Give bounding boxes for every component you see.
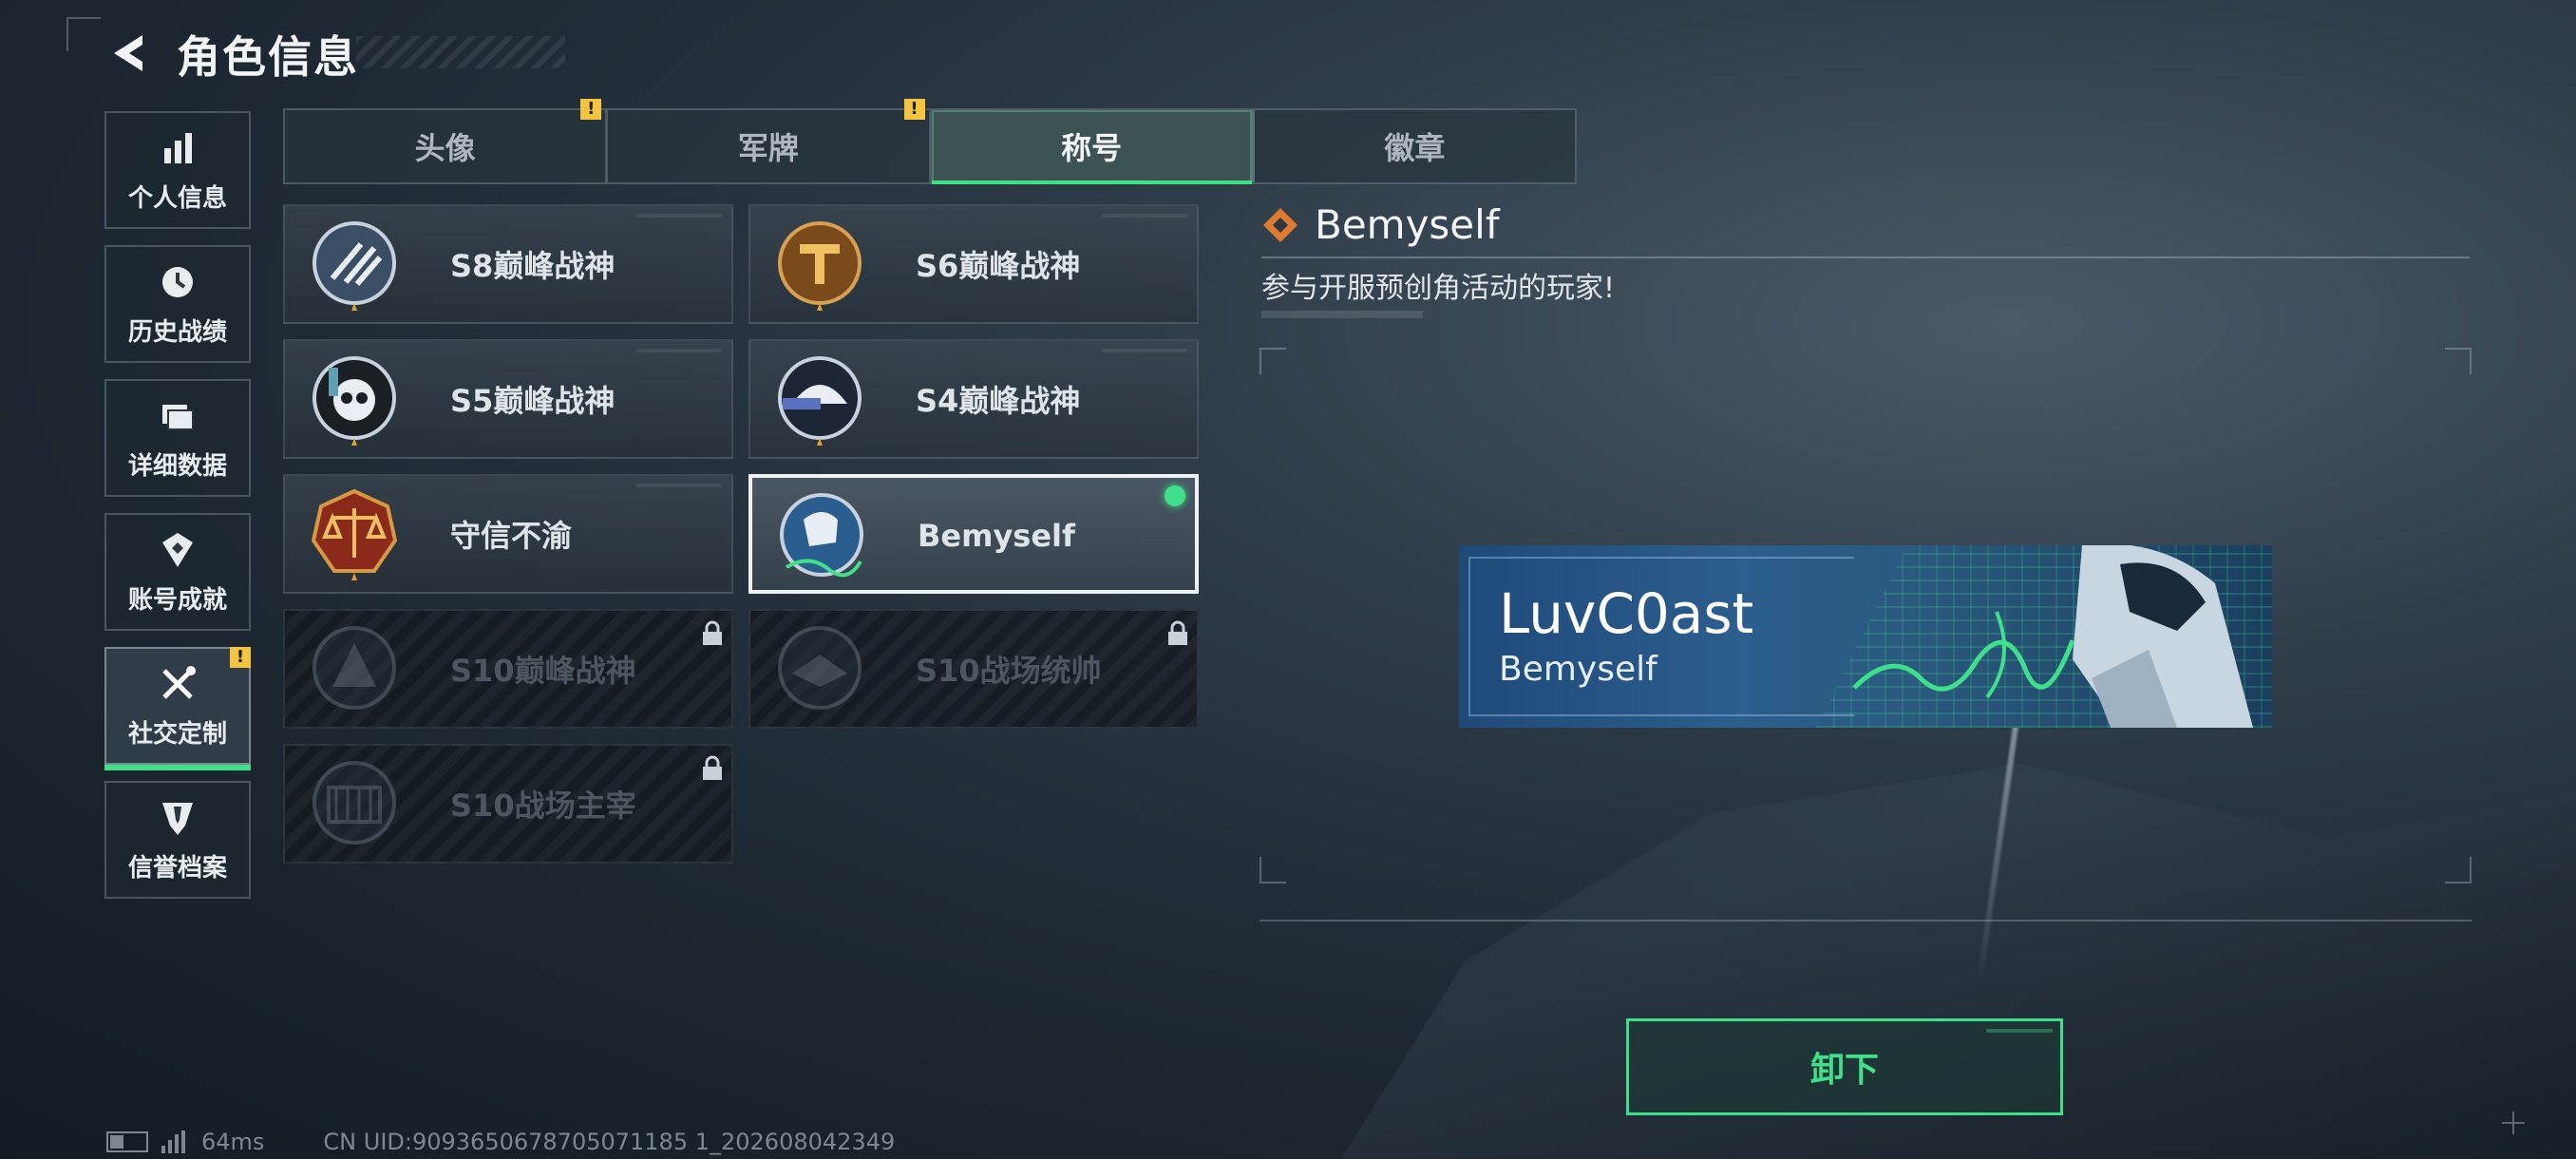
button-decoration bbox=[1986, 1029, 2053, 1033]
justice-scale-emblem-icon bbox=[311, 488, 398, 580]
tab-label: 称号 bbox=[1061, 130, 1123, 166]
title-name: S10巅峰战神 bbox=[450, 653, 636, 689]
sidebar-item-reputation[interactable]: 信誉档案 bbox=[104, 781, 251, 899]
detail-title: Bemyself bbox=[1315, 201, 1500, 248]
achievement-icon bbox=[162, 532, 193, 567]
tab-avatar[interactable]: 头像 ! bbox=[285, 99, 609, 182]
title-card-locked[interactable]: S10战场统帅 bbox=[748, 609, 1199, 729]
title-card-locked[interactable]: S10战场主宰 bbox=[283, 744, 733, 864]
frame-corner bbox=[2445, 348, 2472, 374]
sidebar-item-label: 信誉档案 bbox=[127, 853, 227, 883]
title-name: S8巅峰战神 bbox=[450, 248, 616, 284]
s10-commander-emblem-icon bbox=[778, 626, 862, 710]
alert-badge: ! bbox=[903, 99, 925, 120]
alert-badge: ! bbox=[580, 99, 602, 120]
frame-corner bbox=[2445, 857, 2472, 884]
equipped-indicator bbox=[1165, 485, 1185, 506]
tab-badge[interactable]: 徽章 bbox=[1255, 110, 1575, 182]
frame-corner bbox=[1260, 857, 1286, 884]
s4-emblem-icon bbox=[778, 356, 862, 446]
corner-plus-icon bbox=[2502, 1112, 2525, 1134]
title-decoration bbox=[356, 36, 565, 68]
s6-emblem-icon bbox=[778, 221, 862, 311]
sidebar-item-personal-info[interactable]: 个人信息 bbox=[104, 111, 251, 229]
signal-icon bbox=[161, 1130, 188, 1153]
sidebar-item-label: 个人信息 bbox=[127, 183, 227, 213]
frame-bottom-line bbox=[1260, 920, 2472, 922]
page-title: 角色信息 bbox=[177, 31, 359, 83]
sidebar-item-label: 历史战绩 bbox=[127, 317, 227, 347]
tools-icon bbox=[162, 665, 196, 699]
title-name: 守信不渝 bbox=[450, 518, 573, 554]
lock-icon bbox=[703, 755, 722, 780]
back-button[interactable] bbox=[104, 28, 152, 78]
title-name: S4巅峰战神 bbox=[916, 383, 1081, 419]
tab-bar: 头像 ! 军牌 ! 称号 徽章 bbox=[283, 99, 1577, 184]
sidebar-item-social-customization[interactable]: ! 社交定制 bbox=[104, 647, 251, 770]
title-card[interactable]: S4巅峰战神 bbox=[748, 339, 1199, 459]
corner-decoration bbox=[66, 17, 101, 51]
tab-title[interactable]: 称号 bbox=[931, 110, 1255, 184]
card-serial bbox=[636, 349, 722, 352]
tab-label: 头像 bbox=[414, 130, 476, 166]
helmet-soldier-art-icon bbox=[1852, 545, 2253, 728]
bar-chart-icon bbox=[164, 132, 192, 163]
tab-label: 徽章 bbox=[1384, 130, 1446, 166]
tab-label: 军牌 bbox=[737, 130, 799, 166]
s10-peak-emblem-icon bbox=[313, 626, 396, 710]
nameplate-preview: LuvC0ast Bemyself bbox=[1459, 545, 2272, 728]
lock-icon bbox=[1168, 620, 1187, 645]
folder-icon bbox=[162, 404, 194, 430]
sidebar-item-history[interactable]: 历史战绩 bbox=[104, 245, 251, 363]
title-card[interactable]: S6巅峰战神 bbox=[748, 204, 1199, 324]
description-underline bbox=[1261, 311, 1423, 318]
nameplate-title: Bemyself bbox=[1499, 650, 1657, 689]
nameplate-player-name: LuvC0ast bbox=[1499, 581, 1754, 646]
title-name: S10战场主宰 bbox=[450, 788, 636, 824]
sidebar: 个人信息 历史战绩 详细数据 账号成就 ! 社交定制 信誉档案 bbox=[104, 111, 251, 915]
alert-badge: ! bbox=[230, 647, 251, 668]
unequip-label: 卸下 bbox=[1809, 1051, 1879, 1090]
s8-emblem-icon bbox=[313, 221, 396, 311]
sidebar-item-detailed-data[interactable]: 详细数据 bbox=[104, 379, 251, 497]
battery-icon bbox=[106, 1131, 148, 1152]
sidebar-item-label: 账号成就 bbox=[127, 585, 227, 615]
card-serial bbox=[1102, 214, 1187, 218]
card-serial bbox=[1102, 349, 1187, 352]
sidebar-item-achievements[interactable]: 账号成就 bbox=[104, 513, 251, 631]
diamond-icon bbox=[1263, 207, 1297, 242]
card-serial bbox=[636, 214, 722, 218]
back-arrow-icon bbox=[114, 35, 142, 71]
unequip-button[interactable]: 卸下 bbox=[1626, 1018, 2063, 1115]
status-bar: 64ms CN UID:9093650678705071185 1_202608… bbox=[106, 1129, 895, 1155]
title-card[interactable]: S5巅峰战神 bbox=[283, 339, 733, 459]
title-card[interactable]: S8巅峰战神 bbox=[283, 204, 733, 324]
title-card-selected[interactable]: Bemyself bbox=[748, 474, 1199, 594]
bemyself-emblem-icon bbox=[780, 493, 863, 578]
detail-description: 参与开服预创角活动的玩家! bbox=[1261, 272, 1616, 305]
sidebar-item-label: 社交定制 bbox=[127, 719, 227, 749]
sidebar-item-label: 详细数据 bbox=[127, 451, 227, 481]
title-name: S5巅峰战神 bbox=[450, 383, 616, 419]
reputation-shield-icon bbox=[162, 802, 193, 835]
title-card[interactable]: 守信不渝 bbox=[283, 474, 733, 594]
s10-dominator-emblem-icon bbox=[313, 761, 396, 845]
lock-icon bbox=[703, 620, 722, 645]
card-serial bbox=[636, 484, 722, 487]
title-name: S6巅峰战神 bbox=[916, 248, 1081, 284]
detail-header: Bemyself bbox=[1261, 201, 1500, 248]
title-name: Bemyself bbox=[918, 518, 1075, 554]
tab-dogtag[interactable]: 军牌 ! bbox=[608, 99, 932, 182]
title-card-locked[interactable]: S10巅峰战神 bbox=[283, 609, 733, 729]
uid-text: CN UID:9093650678705071185 1_20260804234… bbox=[323, 1129, 896, 1155]
history-clock-icon bbox=[162, 266, 193, 297]
ping-value: 64ms bbox=[201, 1129, 265, 1155]
divider bbox=[1261, 256, 2470, 258]
title-name: S10战场统帅 bbox=[916, 653, 1102, 689]
frame-corner bbox=[1260, 348, 1286, 374]
s5-emblem-icon bbox=[313, 356, 396, 446]
